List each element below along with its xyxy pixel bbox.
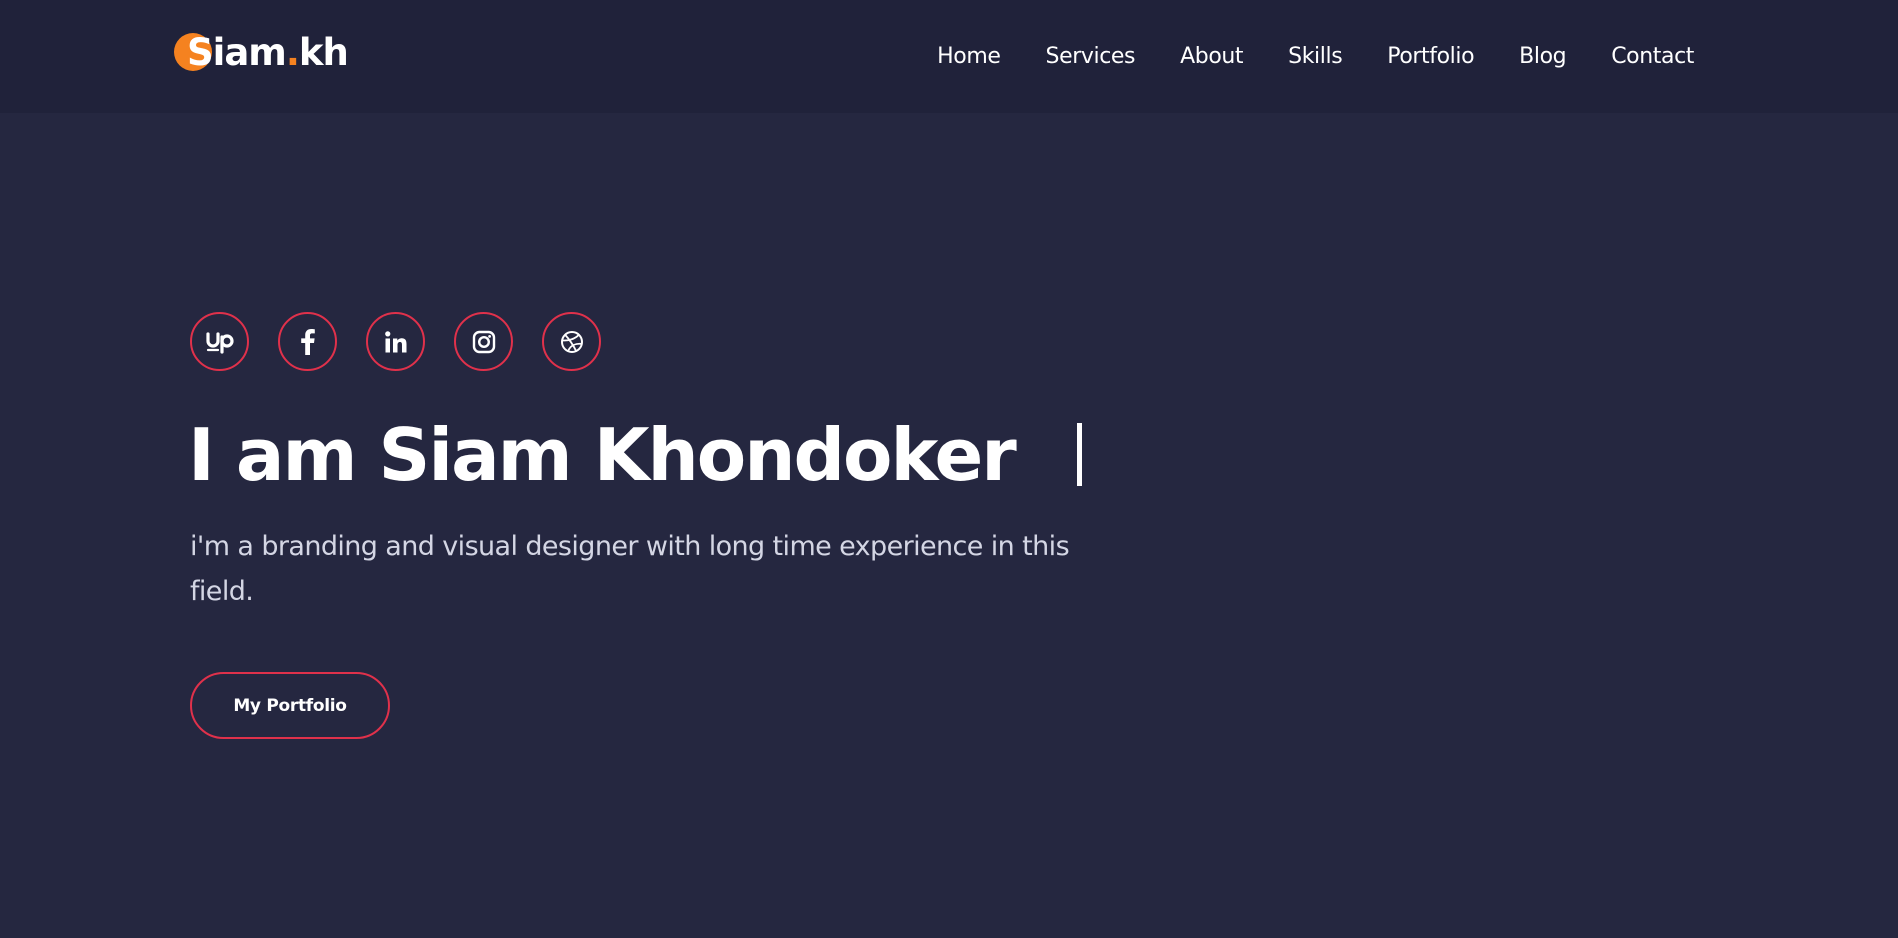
nav-item-blog[interactable]: Blog — [1519, 40, 1566, 74]
hero-title: I am Siam Khondoker — [188, 413, 1017, 497]
linkedin-icon — [384, 330, 406, 352]
linkedin-link[interactable] — [366, 312, 425, 371]
facebook-link[interactable] — [278, 312, 337, 371]
hero-description: i'm a branding and visual designer with … — [190, 531, 1070, 607]
nav-item-services[interactable]: Services — [1046, 40, 1136, 74]
nav-item-contact[interactable]: Contact — [1611, 40, 1694, 74]
social-links — [190, 312, 601, 371]
upwork-icon — [205, 331, 234, 354]
my-portfolio-button[interactable]: My Portfolio — [190, 672, 390, 739]
dribbble-icon — [560, 330, 583, 353]
site-header: Siam.kh Home Services About Skills Portf… — [0, 0, 1898, 113]
facebook-icon — [300, 328, 315, 355]
instagram-link[interactable] — [454, 312, 513, 371]
upwork-link[interactable] — [190, 312, 249, 371]
nav-item-skills[interactable]: Skills — [1288, 40, 1343, 74]
dribbble-link[interactable] — [542, 312, 601, 371]
nav-item-home[interactable]: Home — [937, 40, 1001, 74]
logo-text: Siam.kh — [187, 31, 349, 74]
site-logo[interactable]: Siam.kh — [173, 28, 349, 78]
nav-item-portfolio[interactable]: Portfolio — [1387, 40, 1474, 74]
nav-item-about[interactable]: About — [1180, 40, 1243, 74]
typing-cursor — [1077, 423, 1082, 486]
main-nav: Home Services About Skills Portfolio Blo… — [937, 40, 1694, 74]
instagram-icon — [472, 330, 495, 353]
